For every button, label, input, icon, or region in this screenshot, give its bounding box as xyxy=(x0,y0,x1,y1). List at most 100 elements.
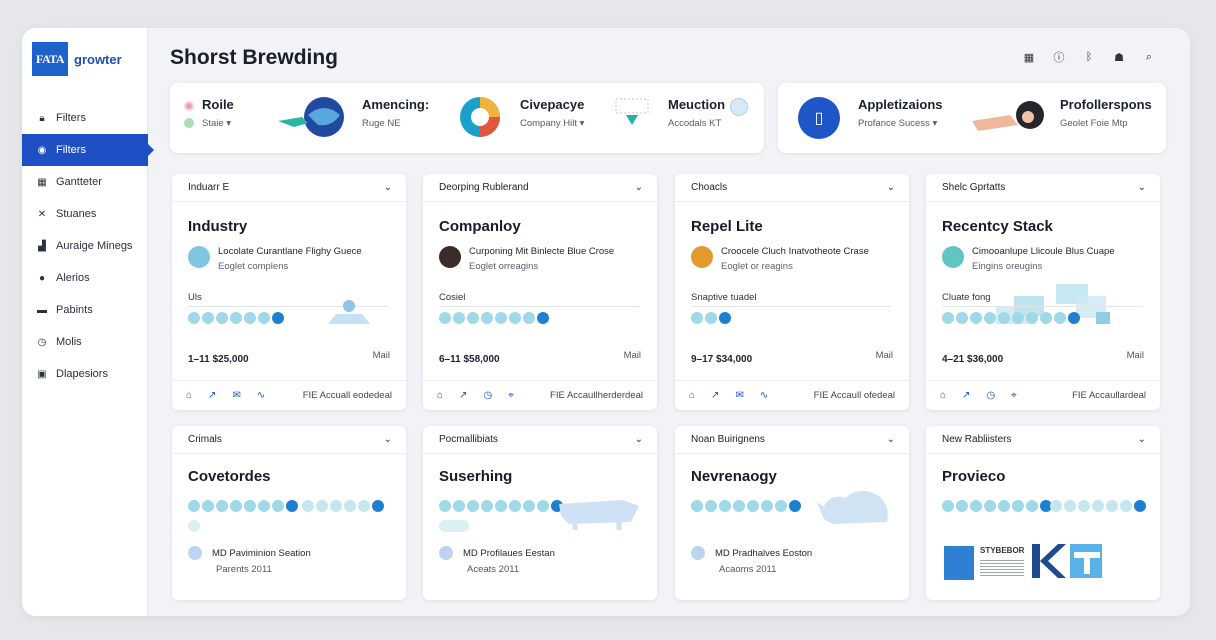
sidebar-item-gantteter[interactable]: ▦ Gantteter xyxy=(22,166,148,198)
banner-amencing-title: Amencing: xyxy=(362,97,430,112)
contact-sub: Eoglet orreagins xyxy=(469,261,539,272)
chevron-down-icon[interactable]: ⌄ xyxy=(384,434,392,445)
chevron-down-icon[interactable]: ⌄ xyxy=(635,434,643,445)
banner-segment-applications[interactable]: Appletizaions Profance Sucess ▾ xyxy=(858,97,943,129)
footer-text[interactable]: FIE Accuall eodedeal xyxy=(303,390,392,401)
share-icon[interactable]: ↗ xyxy=(711,390,719,401)
chevron-down-icon[interactable]: ▾ xyxy=(932,118,937,129)
chevron-down-icon[interactable]: ▾ xyxy=(226,118,231,129)
card-covetordes[interactable]: Crimals ⌄ Covetordes MD Paviminion Seatio… xyxy=(172,426,406,600)
sidebar-item-pabints[interactable]: ▬ Pabints xyxy=(22,294,148,326)
chevron-down-icon[interactable]: ⌄ xyxy=(1138,182,1146,193)
list-item[interactable]: MD Pradhalves Eoston xyxy=(691,546,812,560)
sidebar-item-label: Molis xyxy=(56,336,82,348)
banner-segment-role[interactable]: Roile Staie ▾ xyxy=(184,97,234,129)
sidebar-item-alerios[interactable]: ● Alerios xyxy=(22,262,148,294)
list-item[interactable]: MD Profilaues Eestan xyxy=(439,546,555,560)
card-contact[interactable]: Locolate Curantlane Flighy Guece Eoglet c… xyxy=(188,246,362,272)
pin-icon[interactable]: ⌖ xyxy=(1011,390,1017,401)
home-icon[interactable]: ⌂ xyxy=(940,390,946,401)
share-icon[interactable]: ↗ xyxy=(459,390,467,401)
home-icon[interactable]: ⌂ xyxy=(437,390,443,401)
card-suserhing[interactable]: Pocmallibiats ⌄ Suserhing MD Profilaues E… xyxy=(423,426,657,600)
shape-illustration xyxy=(328,300,370,324)
card-title: Recentcy Stack xyxy=(942,218,1053,235)
share-icon[interactable]: ↗ xyxy=(208,390,216,401)
sidebar-item-label: Filters xyxy=(56,144,86,156)
card-footer: ⌂ ↗ ◷ ⌖ FIE Accaullardeal xyxy=(926,380,1160,410)
top-toolbar: ▦ ⓘ ᛒ ☗ ⌕ xyxy=(1022,50,1156,65)
card-provieco[interactable]: New Rabliisters ⌄ Provieco STYBEBOR xyxy=(926,426,1160,600)
globe-icon xyxy=(730,98,748,116)
card-contact[interactable]: Curponing Mit Binlecte Blue Crose Eoglet … xyxy=(439,246,614,272)
card-contact[interactable]: Croocele Cluch Inatvotheote Crase Eoglet … xyxy=(691,246,869,272)
user-icon: ● xyxy=(38,272,46,284)
chevron-down-icon[interactable]: ⌄ xyxy=(384,182,392,193)
group-icon[interactable]: ☗ xyxy=(1112,50,1126,64)
clock-icon[interactable]: ◷ xyxy=(986,390,995,401)
clock-icon[interactable]: ◷ xyxy=(483,390,492,401)
sidebar-item-stuanes[interactable]: ✕ Stuanes xyxy=(22,198,148,230)
sidebar-item-dlapesiors[interactable]: ▣ Dlapesiors xyxy=(22,358,148,390)
mail-link[interactable]: Mail xyxy=(373,350,390,361)
brand-logo: FATA xyxy=(32,42,68,76)
divider xyxy=(439,306,639,307)
diamond-grid-icon xyxy=(615,98,649,125)
card-footer: ⌂ ↗ ✉ ∿ FIE Accuall eodedeal xyxy=(172,380,406,410)
banner-profollerspons-title: Profollerspons xyxy=(1060,97,1152,112)
mail-link[interactable]: Mail xyxy=(876,350,893,361)
item-dot-icon xyxy=(188,546,202,560)
mail-icon[interactable]: ✉ xyxy=(232,390,240,401)
grid-icon[interactable]: ▦ xyxy=(1022,50,1036,64)
card-companloy[interactable]: Deorping Rublerand ⌄ Companloy Curponing … xyxy=(423,174,657,410)
activity-icon[interactable]: ∿ xyxy=(760,390,768,401)
search-icon[interactable]: ⌕ xyxy=(1142,50,1156,64)
progress-pills-row2 xyxy=(439,520,469,532)
page-title: Shorst Brewding xyxy=(170,46,339,69)
activity-icon[interactable]: ∿ xyxy=(257,390,265,401)
footer-text[interactable]: FIE Accaullardeal xyxy=(1072,390,1146,401)
banner-civepacye-sub: Company Hilt xyxy=(520,118,578,129)
chevron-down-icon[interactable]: ⌄ xyxy=(887,182,895,193)
blocks-illustration xyxy=(996,284,1110,324)
chevron-down-icon[interactable]: ⌄ xyxy=(887,434,895,445)
banner-segment-civepacye[interactable]: Civepacye Company Hilt ▾ xyxy=(520,97,584,129)
chevron-down-icon[interactable]: ▾ xyxy=(580,118,585,129)
contact-name: Croocele Cluch Inatvotheote Crase xyxy=(721,246,869,257)
footer-text[interactable]: FIE Accaullherderdeal xyxy=(550,390,643,401)
home-icon[interactable]: ⌂ xyxy=(689,390,695,401)
mail-link[interactable]: Mail xyxy=(1127,350,1144,361)
card-header: Noan Buirignens xyxy=(691,434,765,445)
sidebar-item-auraige-minegs[interactable]: ▟ Auraige Minegs xyxy=(22,230,148,262)
salary-range: 9–17 $34,000 xyxy=(691,354,753,365)
card-icon: ▬ xyxy=(37,304,47,316)
card-nevrenaogy[interactable]: Noan Buirignens ⌄ Nevrenaogy MD Pradhalve… xyxy=(675,426,909,600)
sidebar-item-filters-active[interactable]: ◉ Filters xyxy=(22,134,148,166)
sidebar-item-filters[interactable]: 🔒︎ Filters xyxy=(22,102,148,134)
share-icon[interactable]: ↗ xyxy=(962,390,970,401)
mail-icon[interactable]: ✉ xyxy=(735,390,743,401)
item-label: MD Paviminion Seation xyxy=(212,547,311,559)
chevron-down-icon[interactable]: ⌄ xyxy=(1138,434,1146,445)
home-icon[interactable]: ⌂ xyxy=(186,390,192,401)
card-recentcy-stack[interactable]: Shelc Gprtatts ⌄ Recentcy Stack Cimooanlu… xyxy=(926,174,1160,410)
logo-text: STYBEBOR xyxy=(980,546,1025,555)
sidebar-item-label: Pabints xyxy=(56,304,93,316)
list-item[interactable]: MD Paviminion Seation xyxy=(188,546,311,560)
card-contact[interactable]: Cimooanlupe Llicoule Blus Cuape Eingins o… xyxy=(942,246,1115,272)
bluetooth-icon[interactable]: ᛒ xyxy=(1082,50,1096,64)
card-header: Crimals xyxy=(188,434,222,445)
pin-icon[interactable]: ⌖ xyxy=(508,390,514,401)
footer-text[interactable]: FIE Accaull ofedeal xyxy=(814,390,895,401)
info-icon[interactable]: ⓘ xyxy=(1052,50,1066,64)
gallery-icon: ▣ xyxy=(37,368,47,380)
kt-logo-icon xyxy=(1032,544,1102,578)
card-repel-lite[interactable]: Choacls ⌄ Repel Lite Croocele Cluch Inatv… xyxy=(675,174,909,410)
chevron-down-icon[interactable]: ⌄ xyxy=(635,182,643,193)
sidebar-item-label: Stuanes xyxy=(56,208,97,220)
card-industry[interactable]: Induarr E ⌄ Industry Locolate Curantlane … xyxy=(172,174,406,410)
banner-role-sub: Staie xyxy=(202,118,224,129)
mail-link[interactable]: Mail xyxy=(624,350,641,361)
brand[interactable]: FATA growter xyxy=(32,42,122,76)
sidebar-item-molis[interactable]: ◷ Molis xyxy=(22,326,148,358)
